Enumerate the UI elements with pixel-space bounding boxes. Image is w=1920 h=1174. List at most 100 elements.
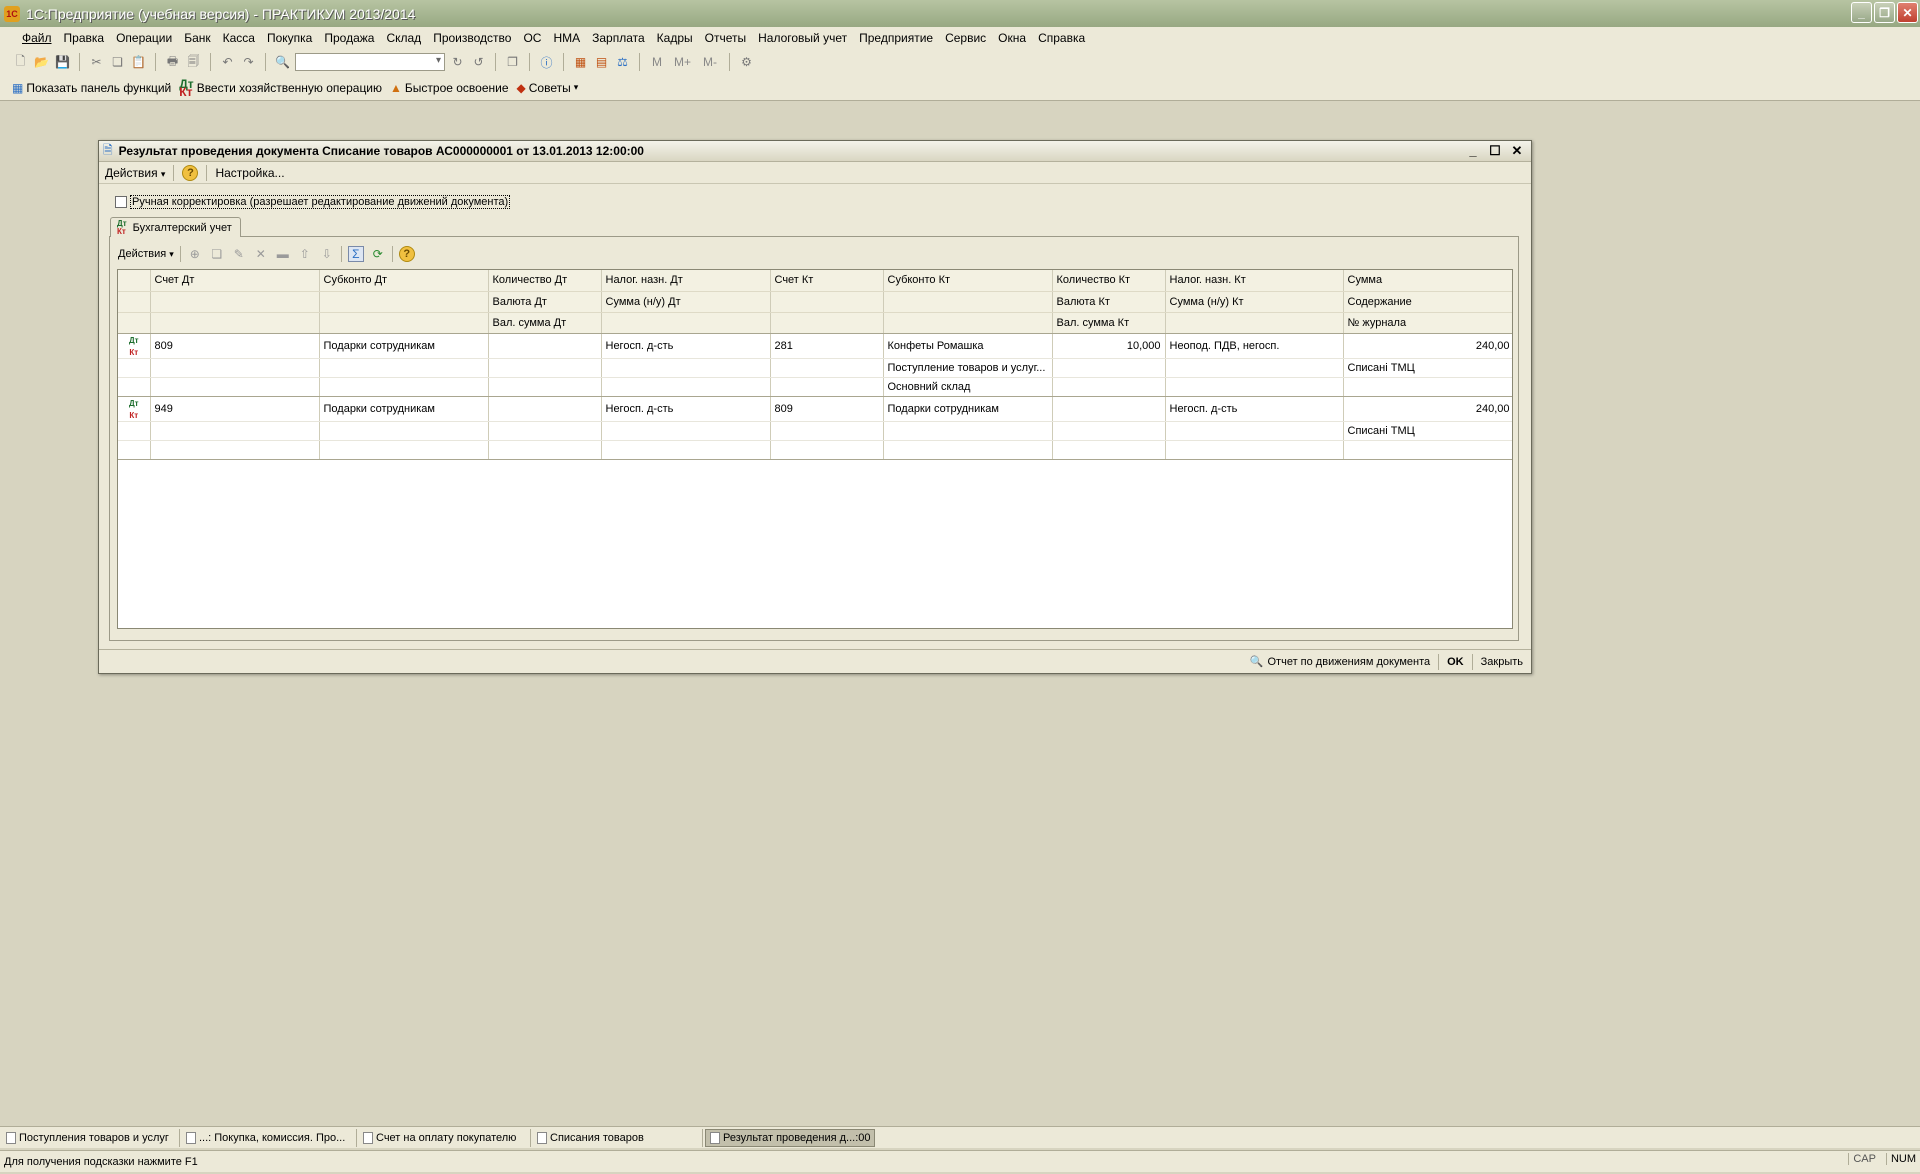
cell-subconto-dt[interactable] xyxy=(319,377,489,397)
close-icon[interactable]: ✕ xyxy=(1509,143,1525,159)
move-down-icon[interactable]: ⇩ xyxy=(319,246,335,262)
cell-qty-dt[interactable] xyxy=(488,377,602,397)
end-edit-icon[interactable]: ▬ xyxy=(275,246,291,262)
report-button[interactable]: 🔍 Отчет по движениям документа xyxy=(1250,655,1430,669)
currency-icon[interactable]: ⚖ xyxy=(614,54,631,71)
memory-minus-icon[interactable]: M- xyxy=(699,55,721,69)
cell-tax-kt[interactable] xyxy=(1165,440,1344,460)
column-header-sum[interactable]: № журнала xyxy=(1343,312,1512,334)
menu-item[interactable]: ОС xyxy=(517,31,547,45)
search-icon[interactable]: 🔍 xyxy=(274,54,291,71)
menu-item[interactable]: Склад xyxy=(380,31,427,45)
cell-subconto-dt[interactable]: Подарки сотрудникам xyxy=(319,396,489,422)
menu-item[interactable]: Покупка xyxy=(261,31,318,45)
edit-row-icon[interactable]: ✎ xyxy=(231,246,247,262)
copy-icon[interactable]: ❏ xyxy=(109,54,126,71)
close-button[interactable]: Закрыть xyxy=(1481,656,1523,668)
cell-tax-kt[interactable] xyxy=(1165,421,1344,441)
menu-item[interactable]: Отчеты xyxy=(699,31,752,45)
column-header-tax-kt[interactable] xyxy=(1165,312,1344,334)
cell-qty-dt[interactable] xyxy=(488,358,602,378)
cell-subconto-dt[interactable] xyxy=(319,421,489,441)
copy-row-icon[interactable]: ❏ xyxy=(209,246,225,262)
menu-item[interactable]: Налоговый учет xyxy=(752,31,853,45)
menu-item[interactable]: Банк xyxy=(178,31,216,45)
windows-icon[interactable]: ❐ xyxy=(504,54,521,71)
column-header-account-kt[interactable]: Счет Кт xyxy=(770,270,884,292)
paste-icon[interactable]: 📋 xyxy=(130,54,147,71)
cell-subconto-kt[interactable]: Основний склад xyxy=(883,377,1053,397)
open-icon[interactable]: 📂 xyxy=(33,54,50,71)
info-icon[interactable]: ⓘ xyxy=(538,54,555,71)
menu-item[interactable]: Файл xyxy=(16,31,58,45)
cell-sum[interactable]: Списані ТМЦ xyxy=(1343,421,1512,441)
cell-tax-kt[interactable] xyxy=(1165,377,1344,397)
menu-item[interactable]: Окна xyxy=(992,31,1032,45)
cell-subconto-kt[interactable]: Подарки сотрудникам xyxy=(883,396,1053,422)
column-header-subconto-dt[interactable] xyxy=(319,312,489,334)
column-header-account-kt[interactable] xyxy=(770,291,884,313)
column-header-qty-kt[interactable]: Валюта Кт xyxy=(1052,291,1166,313)
undo-icon[interactable]: ↶ xyxy=(219,54,236,71)
cell-subconto-dt[interactable] xyxy=(319,440,489,460)
tips-button[interactable]: ◆ Советы ▾ xyxy=(517,81,579,95)
cell-qty-dt[interactable] xyxy=(488,396,602,422)
cell-subconto-dt[interactable] xyxy=(319,358,489,378)
cell-tax-dt[interactable] xyxy=(601,358,771,378)
table-row[interactable]: Основний склад xyxy=(118,377,1512,397)
actions-menu-button[interactable]: Действия ▾ xyxy=(105,166,165,180)
menu-item[interactable]: Справка xyxy=(1032,31,1091,45)
quick-learning-button[interactable]: ▲ Быстрое освоение xyxy=(390,81,509,95)
table-row[interactable] xyxy=(118,440,1512,460)
column-header-tax-kt[interactable]: Налог. назн. Кт xyxy=(1165,270,1344,292)
column-header-subconto-kt[interactable]: Субконто Кт xyxy=(883,270,1053,292)
menu-item[interactable]: Правка xyxy=(58,31,111,45)
cell-account-dt[interactable] xyxy=(150,421,320,441)
column-header-account-dt[interactable] xyxy=(150,312,320,334)
cell-account-kt[interactable]: 809 xyxy=(770,396,884,422)
close-icon[interactable]: ✕ xyxy=(1897,2,1918,23)
memory-icon[interactable]: M xyxy=(648,55,666,69)
cell-account-dt[interactable] xyxy=(150,377,320,397)
column-header-qty-dt[interactable]: Вал. сумма Дт xyxy=(488,312,602,334)
enter-operation-button[interactable]: Дт Кт Ввести хозяйственную операцию xyxy=(179,78,382,98)
calculator-icon[interactable]: ▦ xyxy=(572,54,589,71)
cell-tax-dt[interactable] xyxy=(601,377,771,397)
column-header-qty-dt[interactable]: Валюта Дт xyxy=(488,291,602,313)
cell-qty-dt[interactable] xyxy=(488,333,602,359)
settings-button[interactable]: Настройка... xyxy=(215,166,284,180)
column-header-tax-dt[interactable]: Сумма (н/у) Дт xyxy=(601,291,771,313)
menu-item[interactable]: Сервис xyxy=(939,31,992,45)
cell-account-kt[interactable] xyxy=(770,440,884,460)
column-header-account-kt[interactable] xyxy=(770,312,884,334)
table-row[interactable]: Дт Кт 949 Подарки сотрудникам Негосп. д-сть 8… xyxy=(118,396,1512,422)
menu-item[interactable]: Предприятие xyxy=(853,31,939,45)
cell-account-dt[interactable]: 809 xyxy=(150,333,320,359)
move-up-icon[interactable]: ⇧ xyxy=(297,246,313,262)
cell-sum[interactable] xyxy=(1343,377,1512,397)
cell-tax-dt[interactable] xyxy=(601,421,771,441)
delete-row-icon[interactable]: ✕ xyxy=(253,246,269,262)
cell-qty-dt[interactable] xyxy=(488,421,602,441)
cell-tax-dt[interactable]: Негосп. д-сть xyxy=(601,396,771,422)
menu-item[interactable]: НМА xyxy=(547,31,586,45)
column-header-account-dt[interactable]: Счет Дт xyxy=(150,270,320,292)
column-header-subconto-kt[interactable] xyxy=(883,291,1053,313)
redo-icon[interactable]: ↷ xyxy=(240,54,257,71)
cell-qty-kt[interactable] xyxy=(1052,440,1166,460)
add-row-icon[interactable]: ⊕ xyxy=(187,246,203,262)
menu-item[interactable]: Продажа xyxy=(318,31,380,45)
cell-subconto-kt[interactable] xyxy=(883,440,1053,460)
cell-sum[interactable] xyxy=(1343,440,1512,460)
column-header-qty-kt[interactable]: Вал. сумма Кт xyxy=(1052,312,1166,334)
help-icon[interactable]: ? xyxy=(398,246,415,262)
cell-subconto-dt[interactable]: Подарки сотрудникам xyxy=(319,333,489,359)
column-header-account-dt[interactable] xyxy=(150,291,320,313)
column-header-tax-dt[interactable] xyxy=(601,312,771,334)
cell-tax-dt[interactable]: Негосп. д-сть xyxy=(601,333,771,359)
column-header-subconto-kt[interactable] xyxy=(883,312,1053,334)
table-row[interactable]: Дт Кт 809 Подарки сотрудникам Негосп. д-сть 2… xyxy=(118,333,1512,359)
table-row[interactable]: Поступление товаров и услуг... Списані ТМ… xyxy=(118,358,1512,378)
cell-tax-dt[interactable] xyxy=(601,440,771,460)
print-icon[interactable]: 🖶 xyxy=(164,54,181,71)
